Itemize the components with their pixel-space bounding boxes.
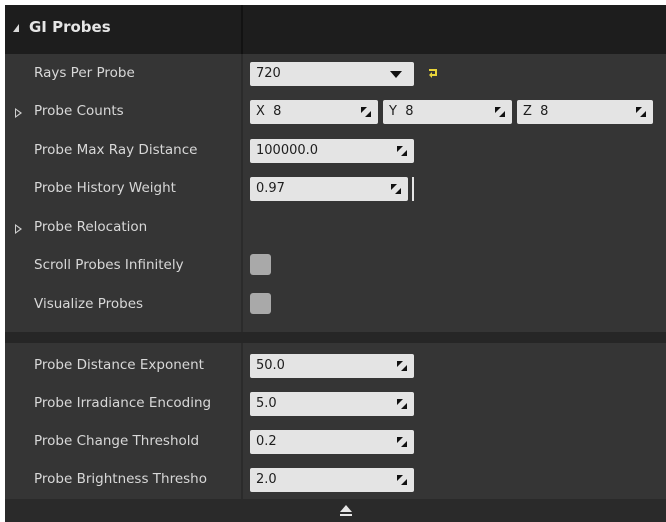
row-probe-max-ray-distance: Probe Max Ray Distance 100000.0 (5, 132, 666, 170)
probe-brightness-threshold-value: 2.0 (256, 472, 277, 487)
details-panel: GI Probes Rays Per Probe 720 Probe Count… (5, 5, 666, 522)
rays-per-probe-value: 720 (256, 66, 281, 81)
probe-distance-exponent-value: 50.0 (256, 358, 285, 373)
section-title: GI Probes (29, 18, 111, 36)
probe-relocation-label: Probe Relocation (34, 219, 148, 235)
row-probe-change-threshold: Probe Change Threshold 0.2 (5, 423, 666, 461)
drag-spin-icon[interactable] (635, 106, 647, 118)
probe-change-threshold-field[interactable]: 0.2 (250, 430, 414, 454)
field-edge (412, 177, 414, 201)
column-divider (241, 5, 243, 54)
probe-brightness-threshold-field[interactable]: 2.0 (250, 468, 414, 492)
drag-spin-icon[interactable] (396, 474, 408, 486)
row-probe-irradiance-encoding: Probe Irradiance Encoding 5.0 (5, 385, 666, 423)
visualize-probes-checkbox[interactable] (250, 293, 271, 314)
probe-count-z-field[interactable]: Z 8 (517, 100, 653, 124)
scroll-probes-infinitely-checkbox[interactable] (250, 254, 271, 275)
drag-spin-icon[interactable] (396, 360, 408, 372)
eject-icon[interactable] (339, 504, 353, 517)
probe-distance-exponent-field[interactable]: 50.0 (250, 354, 414, 378)
probe-count-y-field[interactable]: Y 8 (383, 100, 512, 124)
visualize-probes-label: Visualize Probes (34, 296, 144, 312)
probe-max-ray-distance-label: Probe Max Ray Distance (34, 142, 198, 158)
probe-irradiance-encoding-value: 5.0 (256, 396, 277, 411)
probe-change-threshold-label: Probe Change Threshold (34, 433, 200, 449)
axis-y-label: Y (389, 104, 397, 119)
section-header[interactable]: GI Probes (5, 5, 666, 54)
advanced-toggle-bar[interactable] (5, 499, 666, 522)
scroll-probes-infinitely-label: Scroll Probes Infinitely (34, 257, 184, 273)
drag-spin-icon[interactable] (396, 398, 408, 410)
row-rays-per-probe: Rays Per Probe 720 (5, 55, 666, 93)
axis-x-label: X (256, 104, 265, 119)
drag-spin-icon[interactable] (396, 436, 408, 448)
probe-irradiance-encoding-label: Probe Irradiance Encoding (34, 395, 212, 411)
section-separator (5, 332, 666, 343)
row-probe-brightness-threshold: Probe Brightness Thresho 2.0 (5, 461, 666, 499)
drag-spin-icon[interactable] (360, 106, 372, 118)
drag-spin-icon[interactable] (396, 145, 408, 157)
row-probe-history-weight: Probe History Weight 0.97 (5, 170, 666, 208)
probe-max-ray-distance-value: 100000.0 (256, 143, 319, 158)
probe-history-weight-field[interactable]: 0.97 (250, 177, 408, 201)
rays-per-probe-dropdown[interactable]: 720 (250, 62, 414, 86)
row-scroll-probes-infinitely: Scroll Probes Infinitely (5, 247, 666, 285)
row-probe-distance-exponent: Probe Distance Exponent 50.0 (5, 347, 666, 385)
chevron-down-icon (390, 71, 402, 78)
drag-spin-icon[interactable] (390, 183, 402, 195)
probe-count-x-field[interactable]: X 8 (250, 100, 378, 124)
probe-count-y-value: 8 (405, 104, 414, 119)
probe-count-z-value: 8 (540, 104, 549, 119)
drag-spin-icon[interactable] (494, 106, 506, 118)
probe-brightness-threshold-label: Probe Brightness Thresho (34, 471, 207, 487)
expand-triangle-icon[interactable] (15, 108, 22, 118)
rays-per-probe-label: Rays Per Probe (34, 65, 135, 81)
probe-distance-exponent-label: Probe Distance Exponent (34, 357, 204, 373)
probe-history-weight-label: Probe History Weight (34, 180, 176, 196)
probe-max-ray-distance-field[interactable]: 100000.0 (250, 139, 414, 163)
row-probe-relocation[interactable]: Probe Relocation (5, 209, 666, 247)
probe-count-x-value: 8 (273, 104, 282, 119)
probe-change-threshold-value: 0.2 (256, 434, 277, 449)
row-probe-counts: Probe Counts X 8 Y 8 Z 8 (5, 93, 666, 131)
axis-z-label: Z (523, 104, 532, 119)
probe-irradiance-encoding-field[interactable]: 5.0 (250, 392, 414, 416)
probe-counts-label: Probe Counts (34, 103, 124, 119)
row-visualize-probes: Visualize Probes (5, 286, 666, 324)
expand-triangle-icon[interactable] (15, 224, 22, 234)
probe-history-weight-value: 0.97 (256, 181, 285, 196)
reset-arrow-icon[interactable] (427, 67, 439, 79)
